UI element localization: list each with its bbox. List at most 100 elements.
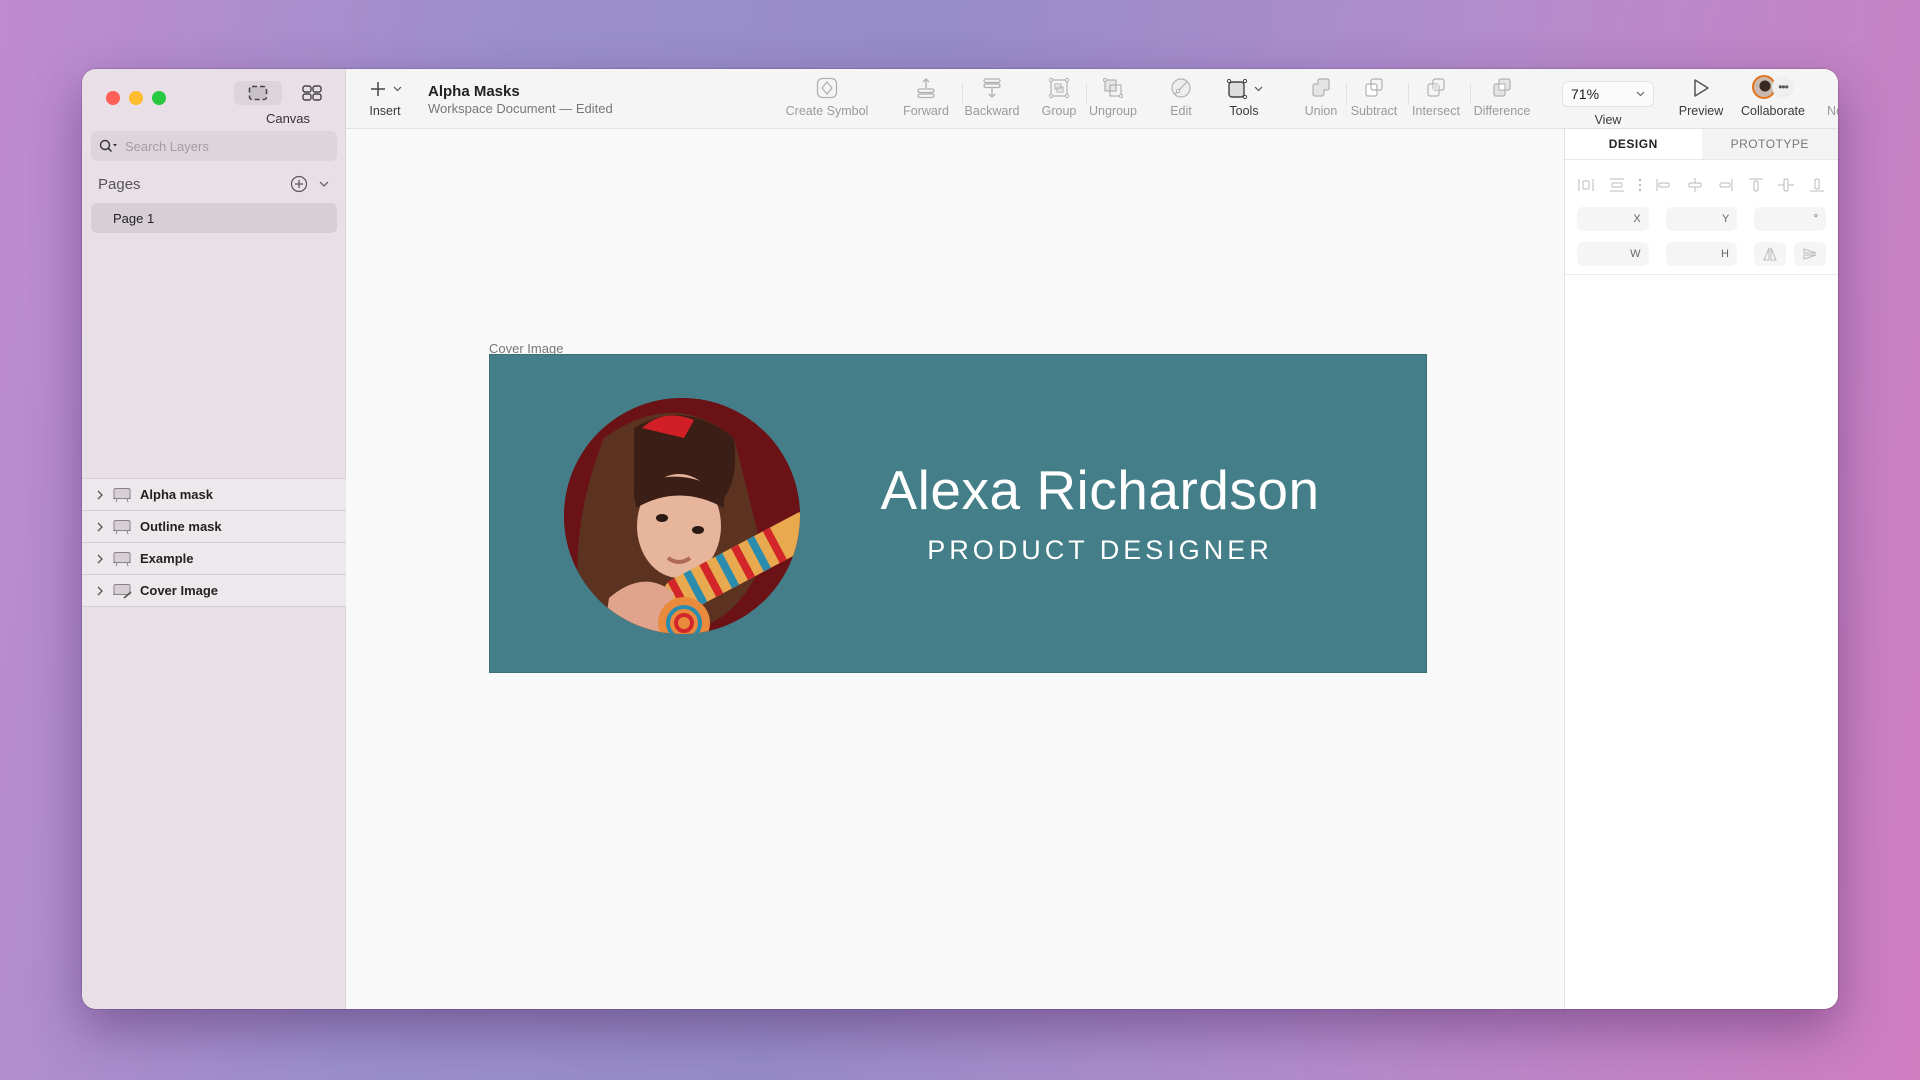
more-options-icon[interactable] [1638, 177, 1642, 193]
layer-item[interactable]: Example [82, 543, 346, 575]
portrait-image[interactable] [564, 398, 800, 634]
union-label: Union [1304, 104, 1338, 118]
zoom-value: 71% [1571, 86, 1600, 102]
tab-design[interactable]: DESIGN [1565, 129, 1702, 159]
tools-button[interactable]: Tools [1222, 69, 1266, 129]
search-layers[interactable] [91, 131, 337, 161]
preview-label: Preview [1678, 104, 1724, 118]
minimize-button[interactable] [129, 91, 143, 105]
notifications-button[interactable]: Notifications [1822, 69, 1838, 129]
close-button[interactable] [106, 91, 120, 105]
chevron-right-icon[interactable] [96, 490, 104, 500]
union-button[interactable]: Union [1302, 69, 1340, 129]
artboard-cover-image[interactable]: Alexa Richardson PRODUCT DESIGNER [489, 354, 1427, 673]
height-field[interactable]: H [1665, 242, 1737, 266]
artboard-icon [113, 487, 131, 502]
align-top-icon[interactable] [1747, 177, 1765, 193]
intersect-icon [1427, 78, 1445, 97]
zoom-select[interactable]: 71% [1562, 81, 1654, 107]
align-right-icon[interactable] [1716, 177, 1734, 193]
tab-prototype[interactable]: PROTOTYPE [1701, 129, 1838, 159]
y-field[interactable]: Y [1665, 207, 1738, 231]
ungroup-button[interactable]: Ungroup [1084, 69, 1142, 129]
portrait-illustration [564, 398, 800, 634]
more-icon[interactable]: ••• [1772, 76, 1794, 98]
width-field[interactable]: W [1577, 242, 1649, 266]
search-layers-input[interactable] [125, 138, 325, 154]
layer-name: Outline mask [140, 519, 222, 534]
canvas[interactable]: Cover Image Alexa Richardson PRODUCT DES… [346, 129, 1564, 1009]
collaborate-button[interactable]: ••• Collaborate [1738, 69, 1808, 129]
subtract-button[interactable]: Subtract [1348, 69, 1400, 129]
edit-label: Edit [1170, 104, 1192, 118]
ungroup-icon [1103, 78, 1123, 98]
zoom-button[interactable] [152, 91, 166, 105]
cover-title-text[interactable]: PRODUCT DESIGNER [870, 535, 1330, 566]
backward-button[interactable]: Backward [960, 69, 1024, 129]
cover-name-text[interactable]: Alexa Richardson [870, 458, 1330, 522]
artboard-icon [113, 519, 131, 534]
document-name: Alpha Masks [428, 83, 520, 100]
align-bottom-icon[interactable] [1808, 177, 1826, 193]
view-control: 71% View [1562, 69, 1654, 129]
rotation-field[interactable]: ° [1754, 207, 1827, 231]
view-label: View [1594, 113, 1622, 127]
separator [1346, 83, 1347, 105]
insert-label: Insert [369, 104, 401, 118]
layer-item[interactable]: Outline mask [82, 511, 346, 543]
preview-button[interactable]: Preview [1676, 69, 1726, 129]
pages-header: Pages [98, 175, 330, 193]
chevron-right-icon[interactable] [96, 522, 104, 532]
chevron-down-icon[interactable] [318, 180, 330, 188]
search-icon [99, 139, 117, 153]
plus-icon [370, 82, 385, 96]
page-item[interactable]: Page 1 [91, 203, 337, 233]
edit-button[interactable]: Edit [1166, 69, 1196, 129]
edit-path-icon [1171, 78, 1191, 98]
distribute-horizontal-icon[interactable] [1577, 177, 1595, 193]
insert-button[interactable]: Insert [362, 69, 408, 129]
ungroup-label: Ungroup [1089, 104, 1137, 118]
difference-icon [1493, 78, 1511, 97]
difference-button[interactable]: Difference [1470, 69, 1534, 129]
chevron-right-icon[interactable] [96, 554, 104, 564]
toolbar: Insert Alpha Masks Workspace Document — … [346, 69, 1838, 129]
align-vertical-center-icon[interactable] [1777, 177, 1795, 193]
flip-vertical-button[interactable] [1794, 242, 1826, 266]
document-title: Alpha Masks Workspace Document — Edited [428, 83, 613, 116]
play-icon [1694, 79, 1709, 97]
tools-icon [1226, 78, 1247, 100]
forward-label: Forward [903, 104, 949, 118]
layer-list: Alpha mask Outline mask Example Cover Im… [82, 478, 346, 607]
grid-view-button[interactable] [288, 81, 336, 105]
inspector-panel: DESIGN PROTOTYPE X Y ° W H [1564, 129, 1838, 1009]
chevron-right-icon[interactable] [96, 586, 104, 596]
distribute-vertical-icon[interactable] [1608, 177, 1626, 193]
bring-forward-icon [917, 78, 935, 99]
canvas-view-button[interactable] [234, 81, 282, 105]
forward-button[interactable]: Forward [900, 69, 952, 129]
flip-vertical-icon [1803, 248, 1817, 260]
symbol-icon [816, 77, 838, 99]
layer-item[interactable]: Alpha mask [82, 479, 346, 511]
align-horizontal-center-icon[interactable] [1686, 177, 1704, 193]
layer-name: Example [140, 551, 194, 566]
layer-item[interactable]: Cover Image [82, 575, 346, 607]
artboard-edit-icon [113, 583, 132, 599]
group-icon [1048, 77, 1070, 99]
flip-horizontal-button[interactable] [1754, 242, 1786, 266]
x-field[interactable]: X [1577, 207, 1649, 231]
group-button[interactable]: Group [1038, 69, 1080, 129]
layer-name: Cover Image [140, 583, 219, 598]
subtract-icon [1365, 78, 1383, 97]
group-label: Group [1041, 104, 1077, 118]
intersect-button[interactable]: Intersect [1408, 69, 1464, 129]
add-page-icon[interactable] [290, 175, 308, 193]
sidebar: Canvas Pages Page 1 Alpha mask Outline m… [82, 69, 346, 1009]
alignment-toolbar [1565, 160, 1838, 200]
align-left-icon[interactable] [1655, 177, 1673, 193]
artboard-icon [113, 551, 131, 566]
tools-label: Tools [1229, 104, 1259, 118]
create-symbol-button[interactable]: Create Symbol [782, 69, 872, 129]
layer-name: Alpha mask [140, 487, 213, 502]
